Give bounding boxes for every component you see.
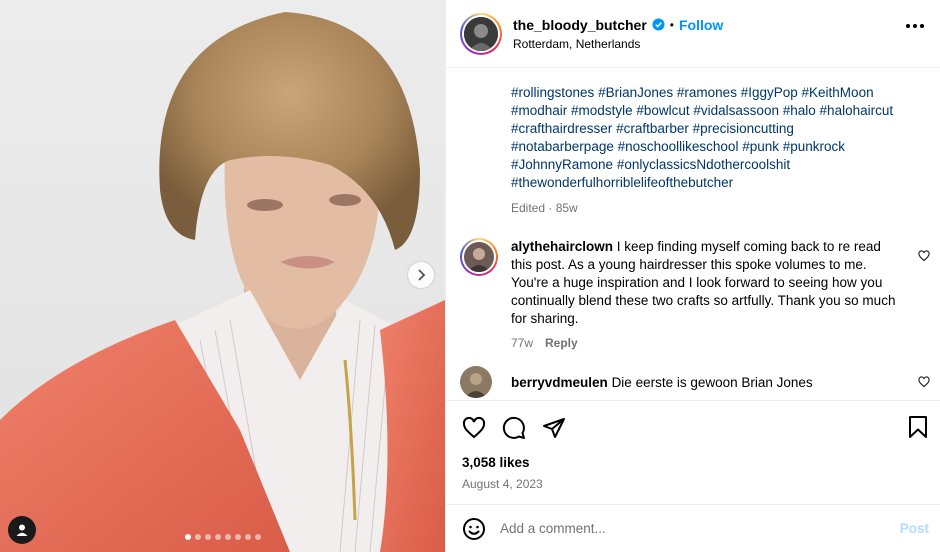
post-media[interactable] xyxy=(0,0,445,552)
post-header: the_bloody_butcher • Follow Rotterdam, N… xyxy=(446,0,940,68)
carousel-dot xyxy=(204,534,211,540)
carousel-indicator xyxy=(0,534,445,540)
emoji-button[interactable] xyxy=(462,517,486,541)
post-comment-button[interactable]: Post xyxy=(900,521,929,536)
hashtag[interactable]: #crafthairdresser xyxy=(511,121,612,136)
carousel-dot xyxy=(194,534,201,540)
separator: • xyxy=(669,17,674,32)
add-comment-bar: Post xyxy=(446,504,940,552)
carousel-dot xyxy=(224,534,231,540)
emoji-icon xyxy=(463,517,485,540)
hashtag[interactable]: #vidalsassoon xyxy=(693,103,779,118)
follow-button[interactable]: Follow xyxy=(679,17,723,33)
heart-icon[interactable] xyxy=(918,250,930,262)
hashtag[interactable]: #IggyPop xyxy=(741,85,798,100)
comment-button[interactable] xyxy=(502,416,526,440)
caption-edited-time: Edited · 85w xyxy=(511,201,578,215)
comment-username[interactable]: alythehairclown xyxy=(511,239,613,254)
post-location[interactable]: Rotterdam, Netherlands xyxy=(513,37,723,51)
next-slide-button[interactable] xyxy=(408,262,434,288)
carousel-dot xyxy=(214,534,221,540)
hashtag[interactable]: #notabarberpage xyxy=(511,139,614,154)
reply-button[interactable]: Reply xyxy=(545,336,578,350)
comments-scroll-area[interactable]: #rollingstones #BrianJones #ramones #Igg… xyxy=(446,68,940,400)
hashtag[interactable]: #punkrock xyxy=(783,139,845,154)
author-username[interactable]: the_bloody_butcher xyxy=(513,17,647,33)
share-icon xyxy=(543,418,565,438)
hashtag[interactable]: #rollingstones xyxy=(511,85,594,100)
post-photo xyxy=(0,12,445,552)
hashtag[interactable]: #bowlcut xyxy=(636,103,689,118)
like-button[interactable] xyxy=(462,416,486,440)
carousel-dot xyxy=(234,534,241,540)
hashtag[interactable]: #thewonderfulhorriblelifeofthebutcher xyxy=(511,175,733,190)
carousel-dot xyxy=(254,534,261,540)
comment-item: berryvdmeulen Die eerste is gewoon Brian… xyxy=(446,366,940,398)
hashtag[interactable]: #KeithMoon xyxy=(802,85,874,100)
hashtag[interactable]: #modhair xyxy=(511,103,567,118)
comment-username[interactable]: berryvdmeulen xyxy=(511,375,608,390)
post-caption: #rollingstones #BrianJones #ramones #Igg… xyxy=(446,68,940,192)
comment-icon xyxy=(502,416,525,439)
comment-text: Die eerste is gewoon Brian Jones xyxy=(611,375,813,390)
hashtag[interactable]: #BrianJones xyxy=(598,85,673,100)
tagged-users-button[interactable] xyxy=(8,516,36,544)
post-panel: the_bloody_butcher • Follow Rotterdam, N… xyxy=(445,0,940,552)
user-tag-icon xyxy=(16,524,28,536)
carousel-dot xyxy=(244,534,251,540)
avatar[interactable] xyxy=(460,12,502,55)
hashtag[interactable]: #halohaircut xyxy=(820,103,894,118)
post-actions: 3,058 likes August 4, 2023 xyxy=(446,400,940,491)
hashtag[interactable]: #punk xyxy=(742,139,779,154)
hashtag[interactable]: #modstyle xyxy=(571,103,633,118)
heart-icon xyxy=(462,416,486,439)
comment-avatar[interactable] xyxy=(460,238,498,276)
hashtag[interactable]: #ramones xyxy=(677,85,737,100)
hashtag[interactable]: #onlyclassicsNdothercoolshit xyxy=(617,157,790,172)
comment-time[interactable]: 77w xyxy=(511,336,533,350)
hashtag[interactable]: #noschoollikeschool xyxy=(618,139,739,154)
hashtag[interactable]: #halo xyxy=(783,103,816,118)
chevron-right-icon xyxy=(418,269,426,281)
share-button[interactable] xyxy=(542,416,566,440)
bookmark-icon xyxy=(909,416,927,438)
verified-badge-icon xyxy=(652,18,665,31)
hashtag[interactable]: #craftbarber xyxy=(616,121,689,136)
like-count[interactable]: 3,058 likes xyxy=(446,455,940,470)
save-button[interactable] xyxy=(907,415,929,444)
carousel-dot xyxy=(184,534,191,540)
post-date[interactable]: August 4, 2023 xyxy=(446,477,940,491)
instagram-post-modal: the_bloody_butcher • Follow Rotterdam, N… xyxy=(0,0,940,552)
more-options-icon[interactable] xyxy=(906,24,924,28)
comment-item: alythehairclown I keep finding myself co… xyxy=(446,238,940,350)
comment-avatar[interactable] xyxy=(460,366,492,400)
comment-input[interactable] xyxy=(500,521,860,536)
heart-icon[interactable] xyxy=(918,376,930,388)
hashtag[interactable]: #precisioncutting xyxy=(693,121,794,136)
hashtag[interactable]: #JohnnyRamone xyxy=(511,157,613,172)
